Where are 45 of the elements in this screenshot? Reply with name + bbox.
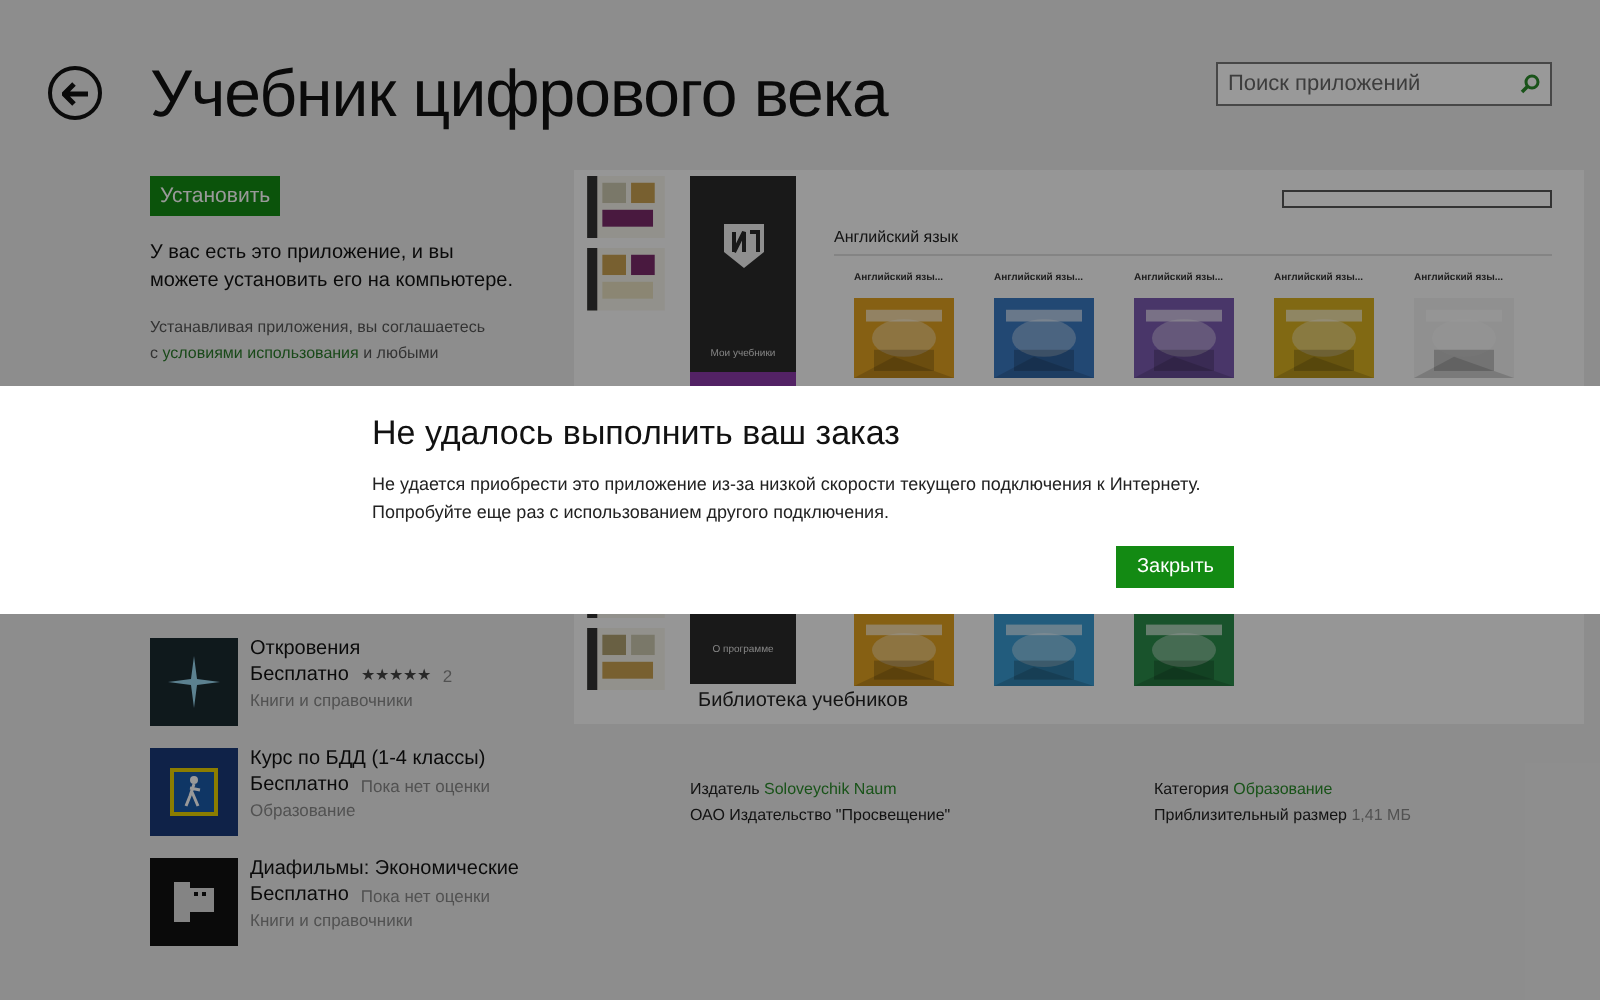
rating-text: Пока нет оценки: [360, 883, 491, 908]
dialog-message: Не удается приобрести это приложение из-за низкой скорости текущего подключения к Интернету. Попробуйте еще раз с использованием другого подключения.: [372, 472, 1203, 526]
back-button[interactable]: [48, 66, 102, 120]
star-icon: ★: [416, 663, 431, 688]
app-name[interactable]: Откровения: [250, 638, 453, 663]
install-button[interactable]: Установить: [150, 176, 281, 216]
detail-label: Приблизительный размер: [1154, 806, 1347, 824]
size-value: 1,41 МБ: [1351, 806, 1411, 824]
screenshot-caption: Библиотека учебников: [698, 690, 909, 712]
app-category: Книги и справочники: [250, 908, 415, 933]
star-icon: ★: [388, 663, 403, 688]
back-arrow-icon: [61, 81, 89, 105]
app-category: Образование: [250, 798, 358, 823]
star-icon: ★: [374, 663, 389, 688]
rating-count: 2: [442, 663, 453, 688]
film-roll-icon: [168, 876, 220, 928]
app-category: Книги и справочники: [250, 688, 415, 713]
terms-text: Устанавливая приложения, вы соглашаетесь с условиями использования и любыми: [150, 316, 487, 366]
pedestrian-sign-icon: [170, 768, 218, 816]
star-icon: ★: [360, 663, 375, 688]
publisher-org: ОАО Издательство "Просвещение": [690, 804, 953, 828]
ownership-note: У вас есть это приложение, и вы можете установить его на компьютере.: [150, 240, 515, 296]
star-icon: ★: [402, 663, 417, 688]
page-title: Учебник цифрового века: [150, 55, 891, 131]
search-field[interactable]: Поиск приложений: [1216, 61, 1552, 105]
app-tile[interactable]: [150, 638, 238, 726]
app-price: Бесплатно: [250, 663, 349, 688]
search-icon[interactable]: [1520, 73, 1540, 93]
dialog-title: Не удалось выполнить ваш заказ: [372, 414, 902, 454]
section-heading: Английский язык: [834, 228, 1552, 256]
app-price: Бесплатно: [250, 883, 349, 908]
shield-logo-icon: [719, 220, 767, 272]
detail-label: Категория: [1154, 780, 1229, 798]
category-link[interactable]: Образование: [1233, 780, 1333, 798]
app-tile[interactable]: [150, 858, 238, 946]
app-name[interactable]: Курс по БДД (1-4 классы): [250, 748, 491, 773]
detail-label: Издатель: [690, 780, 760, 798]
app-name[interactable]: Диафильмы: Экономические: [250, 858, 519, 883]
publisher-link[interactable]: Soloveychik Naum: [764, 780, 897, 798]
app-price: Бесплатно: [250, 773, 349, 798]
app-tile[interactable]: [150, 748, 238, 836]
close-button[interactable]: Закрыть: [1116, 546, 1234, 588]
terms-link[interactable]: условиями использования: [162, 344, 359, 362]
search-field[interactable]: [1282, 190, 1552, 208]
rating-text: Пока нет оценки: [360, 773, 491, 798]
